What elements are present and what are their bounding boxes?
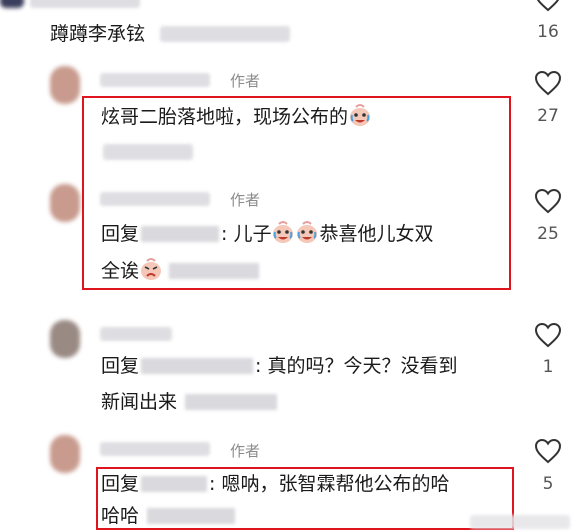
blurred-username — [30, 0, 140, 8]
heart-icon[interactable] — [534, 188, 562, 214]
like-count: 27 — [537, 106, 559, 126]
watermark — [470, 515, 570, 529]
blurred-username — [100, 442, 210, 456]
avatar — [0, 0, 24, 8]
blurred-username — [100, 327, 172, 341]
author-badge: 作者 — [230, 442, 261, 460]
heart-icon[interactable] — [534, 0, 562, 12]
heart-icon[interactable] — [534, 322, 562, 348]
avatar[interactable] — [50, 184, 80, 222]
reply-line-1: 回复: 真的吗？今天？没看到 — [101, 355, 458, 377]
blurred-username — [100, 73, 210, 87]
like-count: 16 — [537, 22, 559, 42]
blurred-timestamp — [160, 26, 290, 42]
highlight-box — [96, 467, 514, 530]
avatar[interactable] — [50, 435, 80, 473]
avatar[interactable] — [50, 320, 80, 358]
like-count: 5 — [542, 474, 554, 494]
heart-icon[interactable] — [534, 70, 562, 96]
author-badge: 作者 — [230, 72, 261, 90]
reply-prefix: 回复 — [101, 355, 140, 377]
comment-text: 蹲蹲李承铉 — [50, 23, 146, 45]
reply-line-2: 新闻出来 — [101, 389, 278, 415]
highlight-box — [82, 96, 511, 290]
heart-icon[interactable] — [534, 438, 562, 464]
like-count: 25 — [537, 224, 559, 244]
blurred-mention — [141, 358, 254, 374]
like-count: 1 — [542, 357, 554, 377]
blurred-timestamp — [185, 394, 278, 410]
avatar[interactable] — [50, 66, 80, 104]
